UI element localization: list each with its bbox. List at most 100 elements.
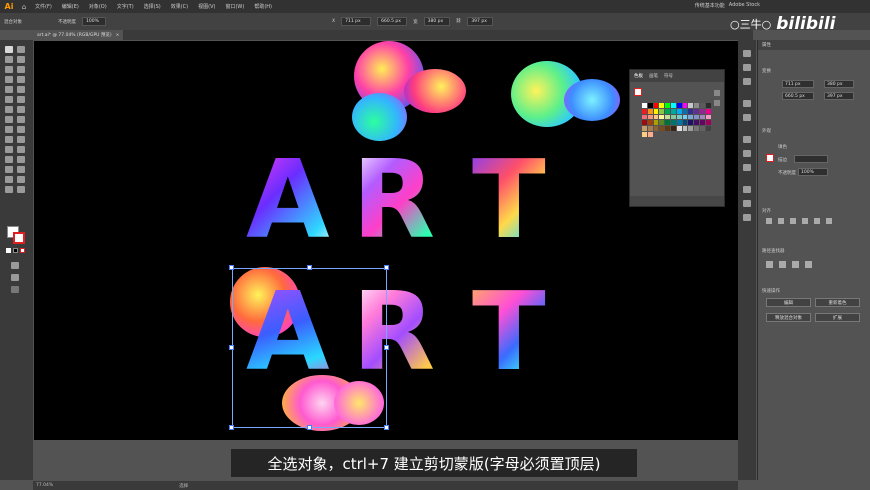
color-swatch[interactable] [665,114,670,120]
shape-builder-tool-icon[interactable] [5,136,13,143]
color-swatch[interactable] [642,131,647,137]
resize-handle[interactable] [229,345,234,350]
pen-tool-icon[interactable] [5,66,13,73]
resize-handle[interactable] [307,265,312,270]
art-letter-a[interactable]: A [246,147,330,255]
unite-icon[interactable] [766,261,773,268]
color-swatch[interactable] [647,120,653,126]
tab-brushes[interactable]: 画笔 [649,73,658,79]
art-letter-t-2[interactable]: T [472,279,546,387]
color-swatch[interactable] [682,108,688,114]
color-swatch[interactable] [665,120,670,126]
scale-tool-icon[interactable] [17,116,25,123]
intersect-icon[interactable] [792,261,799,268]
resize-handle[interactable] [307,425,312,430]
w-field[interactable]: 380 px [824,80,854,88]
color-swatch[interactable] [688,114,694,120]
color-swatch[interactable] [665,126,670,131]
release-blend-button[interactable]: 释放混合对象 [766,313,811,322]
color-swatch[interactable] [676,103,682,108]
color-swatch[interactable] [642,120,647,126]
w-field[interactable]: 380 px [423,17,450,26]
x-field[interactable]: 711 px [341,17,372,26]
color-swatch[interactable] [670,108,676,114]
color-swatch[interactable] [676,108,682,114]
layers-panel-icon[interactable] [743,64,751,71]
color-swatch[interactable] [682,126,688,131]
gradient-panel-icon[interactable] [743,214,751,221]
color-swatch[interactable] [653,126,659,131]
color-swatch[interactable] [647,131,653,137]
width-tool-icon[interactable] [5,126,13,133]
fill-swatch-icon[interactable] [766,154,774,162]
color-swatch[interactable] [699,103,705,108]
zoom-level[interactable]: 77.04% [36,483,53,488]
align-middle-icon[interactable] [814,218,820,224]
color-swatch[interactable] [705,120,711,126]
gradient-blob[interactable] [564,79,620,121]
menu-window[interactable]: 窗口(W) [220,3,249,10]
blend-tool-icon[interactable] [17,156,25,163]
stock-search[interactable]: Adobe Stock [729,2,760,9]
color-swatch[interactable] [682,114,688,120]
stroke-swatch-icon[interactable] [13,232,25,244]
y-field[interactable]: 660.5 px [782,92,814,100]
rectangle-tool-icon[interactable] [5,86,13,93]
color-mode-icon[interactable] [6,248,11,253]
artboard-tool-icon[interactable] [5,176,13,183]
lasso-tool-icon[interactable] [17,56,25,63]
free-transform-tool-icon[interactable] [17,126,25,133]
fill-stroke-icon[interactable] [634,88,642,96]
exclude-icon[interactable] [805,261,812,268]
color-swatch[interactable] [682,120,688,126]
color-swatch[interactable] [670,114,676,120]
align-center-icon[interactable] [778,218,784,224]
color-swatch[interactable] [647,103,653,108]
direct-selection-tool-icon[interactable] [17,46,25,53]
menu-object[interactable]: 对象(O) [84,3,112,10]
color-swatch[interactable] [694,114,699,120]
color-swatch[interactable] [659,103,665,108]
type-tool-icon[interactable] [5,76,13,83]
color-swatch[interactable] [688,120,694,126]
color-swatch[interactable] [670,120,676,126]
menu-type[interactable]: 文字(T) [112,3,139,10]
color-guide-panel-icon[interactable] [743,114,751,121]
art-letter-r[interactable]: R [352,147,435,255]
recolor-button[interactable]: 重新着色 [815,298,860,307]
stroke-weight-field[interactable] [794,155,828,163]
color-swatch[interactable] [653,108,659,114]
screen-mode-icon[interactable] [11,274,19,281]
edit-button[interactable]: 编辑 [766,298,811,307]
magic-wand-tool-icon[interactable] [5,56,13,63]
color-swatch[interactable] [694,103,699,108]
color-swatch[interactable] [688,126,694,131]
color-swatch[interactable] [705,108,711,114]
rotate-tool-icon[interactable] [5,116,13,123]
pencil-tool-icon[interactable] [17,96,25,103]
color-swatch[interactable] [642,108,647,114]
color-swatch[interactable] [694,126,699,131]
hand-tool-icon[interactable] [5,186,13,193]
h-field[interactable]: 397 px [467,17,494,26]
color-swatch[interactable] [653,103,659,108]
list-view-icon[interactable] [714,90,720,96]
color-swatch[interactable] [659,120,665,126]
paintbrush-tool-icon[interactable] [17,86,25,93]
scissors-tool-icon[interactable] [17,106,25,113]
draw-mode-icon[interactable] [11,262,19,269]
color-swatch[interactable] [688,103,694,108]
color-swatch[interactable] [699,126,705,131]
color-swatch[interactable] [642,103,647,108]
expand-button[interactable]: 扩展 [815,313,860,322]
color-swatch[interactable] [653,120,659,126]
color-swatch[interactable] [688,108,694,114]
color-swatch[interactable] [694,120,699,126]
menu-select[interactable]: 选择(S) [139,3,166,10]
mesh-tool-icon[interactable] [5,146,13,153]
gradient-blob[interactable] [404,69,466,113]
color-swatch[interactable] [705,126,711,131]
align-left-icon[interactable] [766,218,772,224]
color-swatch[interactable] [670,126,676,131]
color-swatch[interactable] [694,108,699,114]
